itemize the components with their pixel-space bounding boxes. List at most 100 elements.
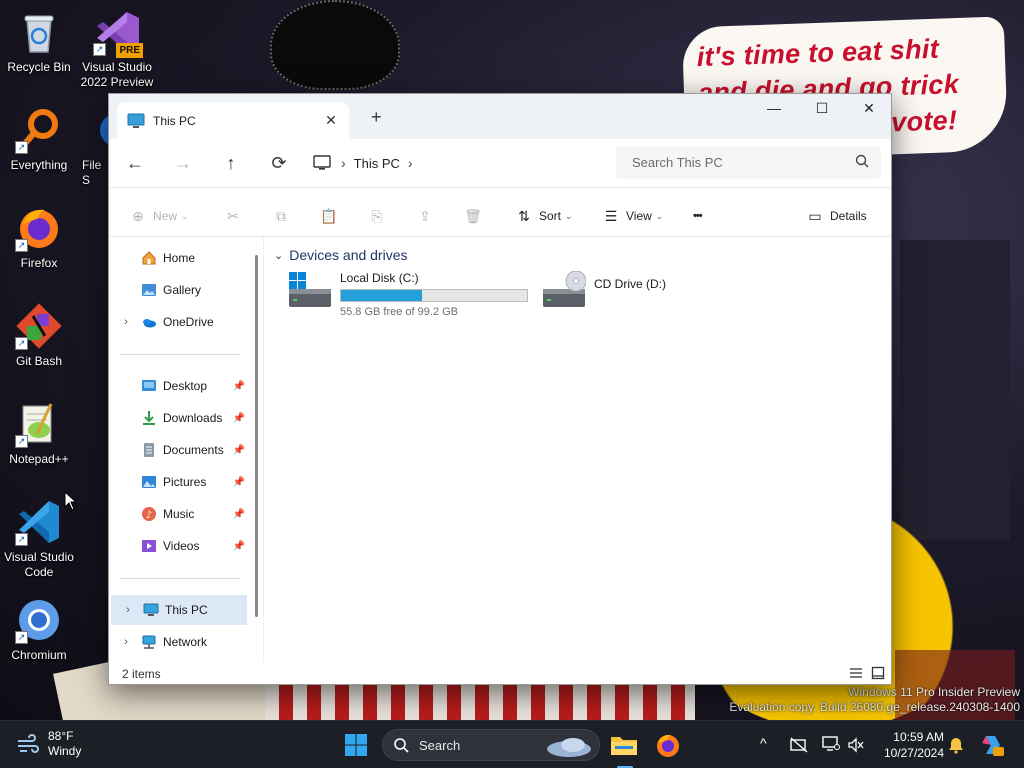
minimize-button[interactable]: — bbox=[751, 94, 797, 124]
group-header-label: Devices and drives bbox=[289, 247, 408, 263]
nav-item-videos[interactable]: Videos 📌 bbox=[109, 531, 247, 561]
new-label: New bbox=[153, 209, 178, 223]
chevron-right-icon[interactable]: › bbox=[117, 636, 135, 648]
documents-folder-icon bbox=[144, 443, 154, 457]
watermark-line: Evaluation copy. Build 26080.ge_release.… bbox=[729, 700, 1020, 714]
desktop-icon-firefox[interactable]: ↗ Firefox bbox=[0, 204, 78, 271]
gallery-icon bbox=[142, 284, 156, 296]
nav-item-documents[interactable]: Documents 📌 bbox=[109, 435, 247, 465]
pin-icon[interactable]: 📌 bbox=[233, 477, 245, 488]
network-disconnected-icon[interactable] bbox=[790, 737, 808, 753]
music-folder-icon: ♪ bbox=[142, 507, 156, 521]
desktop-icon-recycle-bin[interactable]: Recycle Bin bbox=[0, 8, 78, 75]
copy-icon: ⧉ bbox=[276, 208, 286, 224]
onedrive-icon bbox=[143, 319, 156, 328]
notification-bell-icon[interactable] bbox=[948, 736, 964, 754]
group-header-devices[interactable]: ⌄ Devices and drives bbox=[274, 247, 408, 263]
wallpaper-flag bbox=[265, 680, 695, 720]
nav-divider bbox=[120, 354, 240, 355]
clock[interactable]: 10:59 AM 10/27/2024 bbox=[872, 729, 944, 761]
new-button[interactable]: ⊕ New ⌄ bbox=[129, 206, 188, 226]
more-options-button[interactable]: ••• bbox=[693, 206, 703, 226]
taskbar-search[interactable]: Search bbox=[382, 729, 600, 761]
windows-logo-icon bbox=[345, 734, 367, 756]
nav-item-network[interactable]: › Network bbox=[109, 627, 247, 657]
wallpaper-house bbox=[900, 240, 1010, 540]
taskbar: 88°F Windy Search ^ 10:59 AM 10/27/2024 bbox=[0, 720, 1024, 768]
start-button[interactable] bbox=[340, 729, 372, 761]
volume-muted-icon[interactable] bbox=[848, 737, 864, 753]
details-pane-icon: ▭ bbox=[808, 208, 822, 224]
nav-divider bbox=[120, 578, 240, 579]
paste-button[interactable]: 📋 bbox=[320, 206, 344, 226]
rename-button[interactable]: ⎘ bbox=[368, 206, 392, 226]
hard-drive-icon bbox=[288, 271, 332, 311]
back-button[interactable]: ← bbox=[123, 151, 147, 175]
nav-item-desktop[interactable]: Desktop 📌 bbox=[109, 371, 247, 401]
drive-name: CD Drive (D:) bbox=[594, 277, 666, 291]
refresh-button[interactable]: ⟳ bbox=[267, 151, 291, 175]
desktop-icon-file[interactable]: File S bbox=[78, 106, 108, 188]
nav-item-downloads[interactable]: Downloads 📌 bbox=[109, 403, 247, 433]
shortcut-arrow-icon: ↗ bbox=[93, 43, 106, 56]
desktop-icon-label: Visual Studio 2022 Preview bbox=[80, 60, 154, 89]
taskbar-firefox[interactable] bbox=[652, 729, 684, 761]
search-input[interactable]: Search This PC bbox=[616, 146, 881, 179]
drive-item-local-disk[interactable]: Local Disk (C:) 55.8 GB free of 99.2 GB bbox=[288, 271, 528, 325]
pin-icon[interactable]: 📌 bbox=[233, 413, 245, 424]
maximize-button[interactable]: ☐ bbox=[799, 94, 845, 124]
desktop-icon-chromium[interactable]: ↗ Chromium bbox=[0, 596, 78, 663]
nav-item-this-pc[interactable]: › This PC bbox=[111, 595, 247, 625]
navigation-pane-scrollbar[interactable] bbox=[255, 255, 258, 617]
new-tab-button[interactable]: + bbox=[371, 107, 382, 128]
desktop-icon-label: Everything bbox=[10, 158, 68, 172]
desktop-icon-notepad-plus-plus[interactable]: ↗ Notepad++ bbox=[0, 400, 78, 467]
nav-item-label: This PC bbox=[165, 603, 208, 617]
large-icons-view-icon[interactable] bbox=[871, 666, 885, 680]
close-tab-icon[interactable]: ✕ bbox=[323, 112, 339, 129]
clock-time: 10:59 AM bbox=[893, 730, 944, 744]
address-bar[interactable]: › This PC › bbox=[313, 147, 613, 179]
scissors-icon: ✂ bbox=[227, 208, 239, 224]
sort-button[interactable]: ⇅ Sort ⌄ bbox=[515, 206, 572, 226]
pin-icon[interactable]: 📌 bbox=[233, 381, 245, 392]
file-explorer-window: This PC ✕ + — ☐ ✕ ← → ↑ ⟳ › This PC › Se… bbox=[108, 93, 892, 685]
pin-icon[interactable]: 📌 bbox=[233, 541, 245, 552]
network-icon bbox=[142, 635, 156, 649]
desktop-icon-visual-studio[interactable]: PRE ↗ Visual Studio 2022 Preview bbox=[78, 8, 156, 90]
details-button[interactable]: ▭ Details bbox=[806, 206, 866, 226]
chevron-right-icon[interactable]: › bbox=[117, 316, 135, 328]
desktop-icon-git-bash[interactable]: ↗ Git Bash bbox=[0, 302, 78, 369]
nav-item-gallery[interactable]: Gallery bbox=[109, 275, 247, 305]
close-window-button[interactable]: ✕ bbox=[846, 94, 891, 124]
pin-icon[interactable]: 📌 bbox=[233, 445, 245, 456]
display-icon[interactable] bbox=[822, 736, 840, 752]
drive-item-cd-drive[interactable]: CD Drive (D:) bbox=[542, 270, 666, 325]
desktop-icon-everything[interactable]: ↗ Everything bbox=[0, 106, 78, 173]
copilot-icon[interactable] bbox=[980, 733, 1004, 757]
nav-item-home[interactable]: Home bbox=[109, 243, 247, 273]
chevron-down-icon: ⌄ bbox=[274, 249, 284, 262]
forward-button[interactable]: → bbox=[171, 151, 195, 175]
up-button[interactable]: ↑ bbox=[219, 151, 243, 175]
tab-this-pc[interactable]: This PC ✕ bbox=[117, 102, 349, 139]
nav-item-pictures[interactable]: Pictures 📌 bbox=[109, 467, 247, 497]
share-icon: ⇪ bbox=[419, 208, 431, 224]
chevron-right-icon[interactable]: › bbox=[119, 604, 137, 616]
nav-item-onedrive[interactable]: › OneDrive bbox=[109, 307, 247, 337]
share-button[interactable]: ⇪ bbox=[416, 206, 440, 226]
weather-widget[interactable]: 88°F Windy bbox=[16, 729, 81, 759]
delete-button[interactable]: 🗑 bbox=[464, 206, 488, 226]
view-button[interactable]: ☰ View ⌄ bbox=[602, 206, 664, 226]
this-pc-icon bbox=[143, 603, 159, 616]
nav-item-music[interactable]: ♪ Music 📌 bbox=[109, 499, 247, 529]
clock-date: 10/27/2024 bbox=[883, 746, 944, 760]
copy-button[interactable]: ⧉ bbox=[272, 206, 296, 226]
cut-button[interactable]: ✂ bbox=[224, 206, 248, 226]
details-view-icon[interactable] bbox=[849, 666, 863, 680]
pin-icon[interactable]: 📌 bbox=[233, 509, 245, 520]
show-hidden-icons-button[interactable]: ^ bbox=[760, 735, 767, 751]
breadcrumb-this-pc[interactable]: This PC bbox=[354, 156, 400, 171]
chevron-right-icon[interactable]: › bbox=[408, 155, 413, 171]
taskbar-file-explorer[interactable] bbox=[608, 729, 640, 761]
